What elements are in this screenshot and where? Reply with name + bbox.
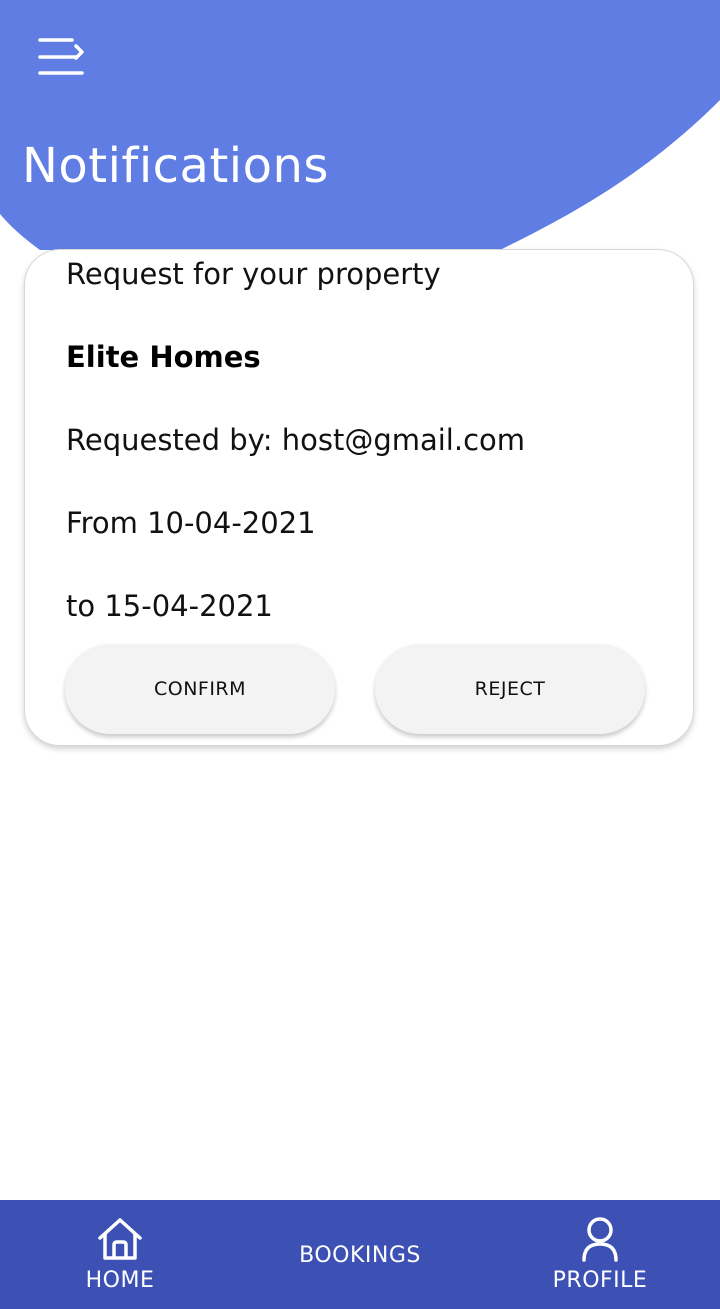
notification-card: Request for your property Elite Homes Re… (24, 249, 694, 746)
to-date: to 15-04-2021 (66, 589, 273, 623)
person-icon (582, 1217, 618, 1262)
nav-bookings[interactable]: BOOKINGS (260, 1200, 460, 1309)
nav-profile-label: PROFILE (552, 1268, 648, 1293)
nav-home[interactable]: HOME (20, 1200, 220, 1309)
property-name: Elite Homes (66, 340, 261, 374)
menu-button[interactable] (34, 32, 90, 82)
reject-button[interactable]: REJECT (375, 644, 645, 734)
nav-bookings-label: BOOKINGS (299, 1243, 421, 1268)
home-icon (98, 1218, 142, 1260)
nav-home-label: HOME (85, 1268, 155, 1293)
from-date: From 10-04-2021 (66, 506, 316, 540)
confirm-button[interactable]: CONFIRM (65, 644, 335, 734)
notification-heading: Request for your property (66, 257, 441, 291)
header-background (0, 0, 720, 250)
menu-arrow-icon (38, 38, 84, 75)
nav-profile[interactable]: PROFILE (500, 1200, 700, 1309)
notifications-screen: Notifications Request for your property … (0, 0, 720, 1309)
page-title: Notifications (22, 138, 329, 194)
requested-by: Requested by: host@gmail.com (66, 423, 526, 457)
bottom-navigation: HOME BOOKINGS PROFILE (0, 1200, 720, 1309)
